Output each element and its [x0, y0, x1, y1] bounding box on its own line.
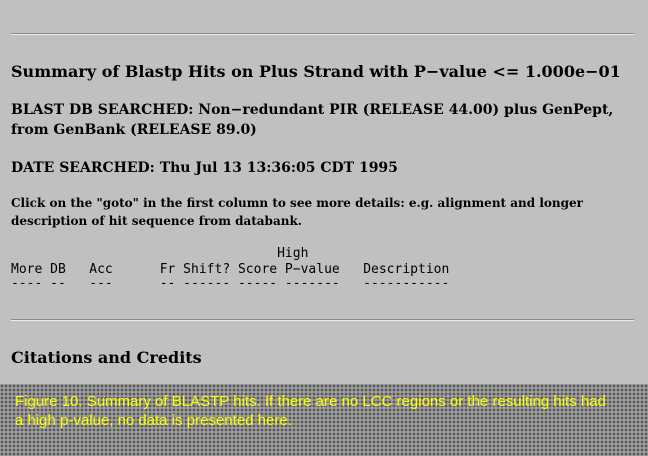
citations-heading: Citations and Credits: [11, 348, 202, 367]
horizontal-rule-top: [11, 33, 634, 35]
date-searched-line: DATE SEARCHED: Thu Jul 13 13:36:05 CDT 1…: [11, 158, 636, 178]
instructions-text: Click on the "goto" in the first column …: [11, 196, 583, 228]
date-searched-label: DATE SEARCHED: [11, 160, 150, 176]
db-searched-line: BLAST DB SEARCHED: Non−redundant PIR (RE…: [11, 100, 636, 140]
figure-caption: Figure 10. Summary of BLASTP hits. If th…: [15, 393, 606, 429]
blast-summary-page: Summary of Blastp Hits on Plus Strand wi…: [0, 0, 648, 384]
page-title: Summary of Blastp Hits on Plus Strand wi…: [11, 62, 621, 81]
figure-caption-bar: Figure 10. Summary of BLASTP hits. If th…: [0, 384, 648, 456]
date-searched-value: : Thu Jul 13 13:36:05 CDT 1995: [149, 160, 398, 176]
table-header-line-1: High: [11, 246, 309, 261]
horizontal-rule-bottom: [11, 319, 634, 321]
db-searched-label: BLAST DB SEARCHED: [11, 102, 189, 118]
table-separator-line: ---- -- --- -- ------ ----- ------- ----…: [11, 276, 450, 291]
